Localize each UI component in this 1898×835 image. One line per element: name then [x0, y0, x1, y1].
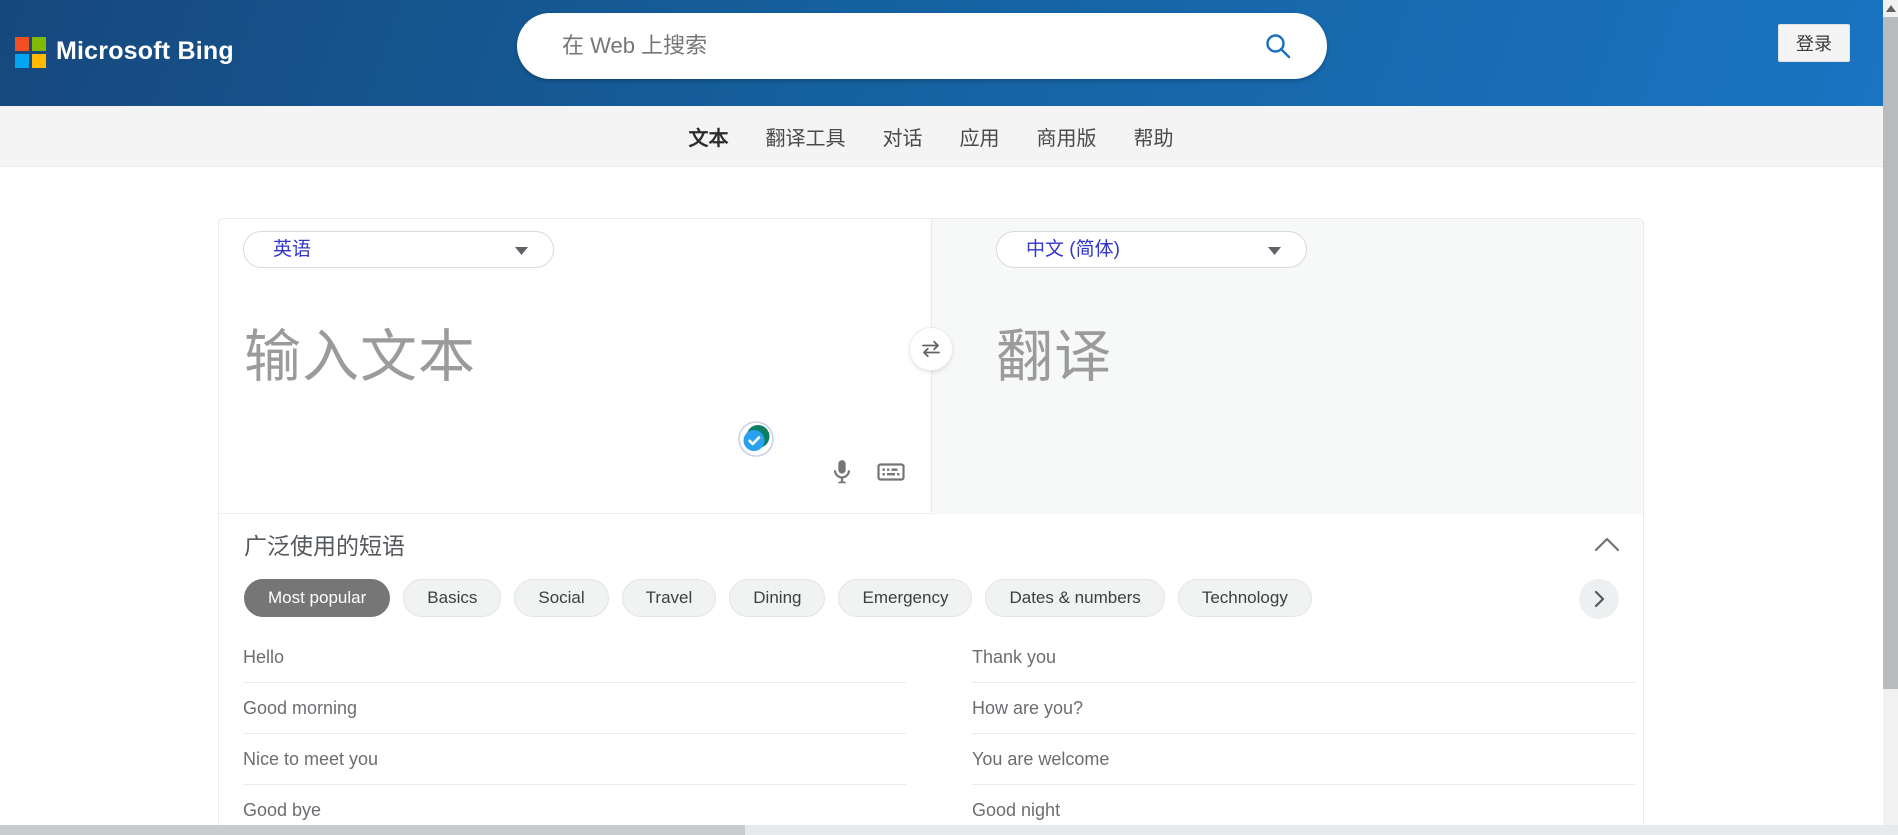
logo-square-yellow [32, 54, 46, 68]
horizontal-scrollbar-thumb[interactable] [0, 825, 745, 835]
phrase-list: Hello Good morning Nice to meet you Good… [243, 632, 1635, 835]
chip-basics[interactable]: Basics [403, 579, 501, 617]
scrollbar-corner [1883, 825, 1898, 835]
sign-in-label: 登录 [1796, 30, 1832, 56]
logo-square-green [32, 37, 46, 51]
phrase-category-chips: Most popular Basics Social Travel Dining… [244, 579, 1312, 617]
horizontal-scrollbar[interactable] [0, 825, 1883, 835]
brand-title[interactable]: Microsoft Bing [56, 37, 234, 66]
scrollbar-up-arrow-icon[interactable] [1886, 5, 1896, 12]
search-icon[interactable] [1263, 31, 1293, 61]
source-language-label: 英语 [273, 232, 311, 268]
phrase-column-right: Thank you How are you? You are welcome G… [972, 632, 1635, 835]
collapse-phrases-button[interactable] [1593, 535, 1623, 557]
keyboard-button[interactable] [876, 457, 906, 487]
tab-help[interactable]: 帮助 [1134, 122, 1174, 151]
chip-social[interactable]: Social [514, 579, 608, 617]
microphone-button[interactable] [827, 457, 857, 487]
phrase-item[interactable]: Nice to meet you [243, 734, 906, 785]
search-input[interactable] [517, 13, 1327, 79]
chip-dining[interactable]: Dining [729, 579, 825, 617]
chevron-up-icon [1593, 535, 1621, 553]
extension-check-badge-icon[interactable] [738, 421, 774, 457]
tab-text[interactable]: 文本 [689, 122, 729, 151]
target-text-placeholder: 翻译 [996, 311, 1112, 393]
chip-travel[interactable]: Travel [622, 579, 717, 617]
chip-technology[interactable]: Technology [1178, 579, 1312, 617]
bing-translator-page: Microsoft Bing 登录 文本 翻译工具 对话 应用 商用版 帮助 [0, 0, 1898, 835]
chips-scroll-right-button[interactable] [1579, 579, 1619, 619]
tab-conversation[interactable]: 对话 [883, 122, 923, 151]
tab-translation-tools[interactable]: 翻译工具 [766, 122, 846, 151]
vertical-scrollbar[interactable] [1883, 0, 1898, 835]
chip-emergency[interactable]: Emergency [838, 579, 972, 617]
web-search-bar [517, 13, 1327, 79]
chevron-down-icon [1268, 247, 1281, 255]
vertical-scrollbar-thumb[interactable] [1883, 17, 1898, 689]
phrase-column-left: Hello Good morning Nice to meet you Good… [243, 632, 906, 835]
logo-square-blue [15, 54, 29, 68]
swap-languages-button[interactable] [910, 328, 952, 370]
chevron-right-icon [1590, 589, 1608, 609]
sign-in-button[interactable]: 登录 [1778, 24, 1850, 62]
phrase-item[interactable]: Good morning [243, 683, 906, 734]
phrases-section-title: 广泛使用的短语 [244, 527, 405, 561]
phrase-item[interactable]: You are welcome [972, 734, 1635, 785]
header-bar: Microsoft Bing 登录 [0, 0, 1898, 106]
microphone-icon [829, 458, 855, 486]
phrase-item[interactable]: Hello [243, 632, 906, 683]
logo-square-red [15, 37, 29, 51]
phrase-item[interactable]: How are you? [972, 683, 1635, 734]
microsoft-logo-icon[interactable] [15, 37, 46, 68]
translator-nav-bar: 文本 翻译工具 对话 应用 商用版 帮助 [0, 106, 1898, 167]
phrase-item[interactable]: Thank you [972, 632, 1635, 683]
chip-most-popular[interactable]: Most popular [244, 579, 390, 617]
tab-apps[interactable]: 应用 [960, 122, 1000, 151]
source-language-dropdown[interactable]: 英语 [243, 231, 554, 268]
chip-dates-numbers[interactable]: Dates & numbers [985, 579, 1164, 617]
swap-languages-icon [920, 339, 942, 359]
translate-panels: 英语 中文 (简体) 输入文本 翻译 [219, 219, 1643, 514]
source-text-placeholder[interactable]: 输入文本 [244, 311, 476, 393]
target-language-dropdown[interactable]: 中文 (简体) [996, 231, 1307, 268]
keyboard-icon [876, 460, 906, 484]
target-language-label: 中文 (简体) [1026, 232, 1120, 268]
chevron-down-icon [515, 247, 528, 255]
nav-tabs: 文本 翻译工具 对话 应用 商用版 帮助 [218, 106, 1644, 166]
translator-card: 英语 中文 (简体) 输入文本 翻译 [218, 218, 1644, 835]
tab-business[interactable]: 商用版 [1037, 122, 1097, 151]
